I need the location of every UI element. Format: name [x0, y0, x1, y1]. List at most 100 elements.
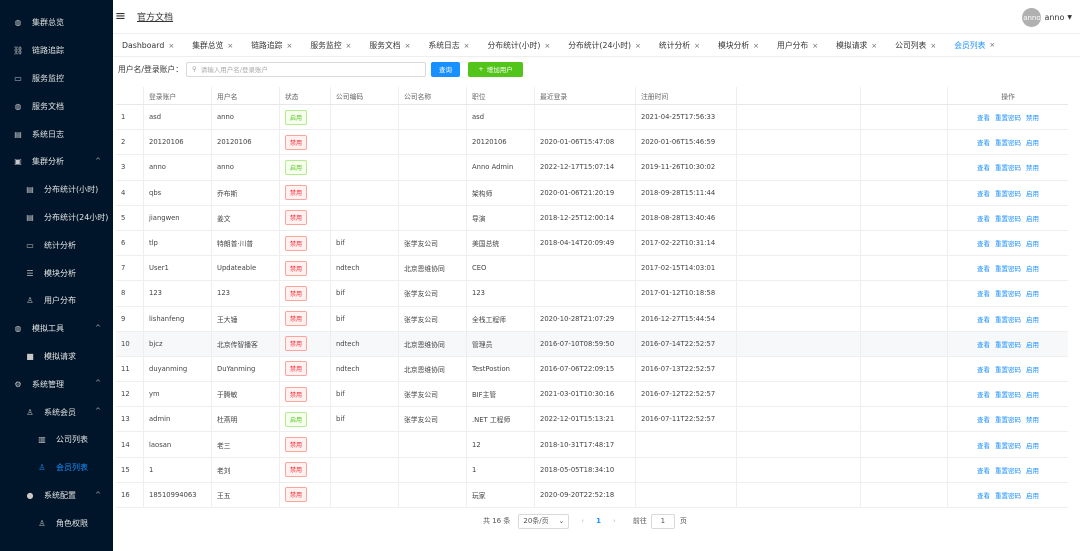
sidebar-item[interactable]: ● 系统配置 ^ [0, 482, 113, 510]
tab-item[interactable]: 会员列表 × [945, 35, 1005, 56]
view-button[interactable]: 查看 [977, 364, 990, 374]
close-icon[interactable]: × [871, 42, 877, 50]
tab-item[interactable]: 集群总览 × [183, 35, 242, 56]
view-button[interactable]: 查看 [977, 162, 990, 172]
sidebar-item[interactable]: ♙ 系统会员 ^ [0, 398, 113, 426]
sidebar-item[interactable]: ▣ 集群分析 ^ [0, 148, 113, 176]
close-icon[interactable]: × [346, 42, 352, 50]
reset-password-button[interactable]: 重置密码 [995, 288, 1021, 298]
reset-password-button[interactable]: 重置密码 [995, 213, 1021, 223]
reset-password-button[interactable]: 重置密码 [995, 414, 1021, 424]
tab-item[interactable]: 链路追踪 × [242, 35, 301, 56]
view-button[interactable]: 查看 [977, 339, 990, 349]
sidebar-item[interactable]: ▭ 服务监控 [0, 65, 113, 93]
view-button[interactable]: 查看 [977, 314, 990, 324]
sidebar-item[interactable]: ⚙ 系统管理 ^ [0, 370, 113, 398]
next-page-icon[interactable]: › [613, 517, 616, 525]
current-page[interactable]: 1 [596, 517, 601, 525]
tab-item[interactable]: 分布统计(小时) × [479, 35, 560, 56]
tab-item[interactable]: 模拟请求 × [827, 35, 886, 56]
close-icon[interactable]: × [286, 42, 292, 50]
toggle-status-button[interactable]: 启用 [1026, 137, 1039, 147]
sidebar-item[interactable]: ■ 模拟请求 [0, 343, 113, 371]
user-menu[interactable]: anno anno ▼ [1022, 8, 1072, 27]
tab-item[interactable]: 分布统计(24小时) × [559, 35, 650, 56]
toggle-status-button[interactable]: 启用 [1026, 490, 1039, 500]
close-icon[interactable]: × [405, 42, 411, 50]
reset-password-button[interactable]: 重置密码 [995, 188, 1021, 198]
view-button[interactable]: 查看 [977, 490, 990, 500]
query-button[interactable]: 查询 [431, 61, 460, 77]
toggle-status-button[interactable]: 启用 [1026, 314, 1039, 324]
toggle-status-button[interactable]: 启用 [1026, 440, 1039, 450]
reset-password-button[interactable]: 重置密码 [995, 238, 1021, 248]
page-size-select[interactable]: 20条/页 ⌄ [518, 513, 570, 529]
toggle-status-button[interactable]: 启用 [1026, 213, 1039, 223]
reset-password-button[interactable]: 重置密码 [995, 440, 1021, 450]
view-button[interactable]: 查看 [977, 188, 990, 198]
close-icon[interactable]: × [544, 42, 550, 50]
tab-item[interactable]: 模块分析 × [709, 35, 768, 56]
menu-toggle-icon[interactable]: ≡ [115, 9, 131, 24]
close-icon[interactable]: × [694, 42, 700, 50]
close-icon[interactable]: × [930, 42, 936, 50]
toggle-status-button[interactable]: 启用 [1026, 465, 1039, 475]
toggle-status-button[interactable]: 启用 [1026, 364, 1039, 374]
close-icon[interactable]: × [635, 42, 641, 50]
avatar[interactable]: anno [1022, 8, 1042, 27]
view-button[interactable]: 查看 [977, 263, 990, 273]
toggle-status-button[interactable]: 启用 [1026, 238, 1039, 248]
tab-item[interactable]: 公司列表 × [886, 35, 945, 56]
tab-item[interactable]: 服务监控 × [301, 35, 360, 56]
view-button[interactable]: 查看 [977, 465, 990, 475]
tab-item[interactable]: 用户分布 × [768, 35, 827, 56]
reset-password-button[interactable]: 重置密码 [995, 112, 1021, 122]
reset-password-button[interactable]: 重置密码 [995, 263, 1021, 273]
view-button[interactable]: 查看 [977, 213, 990, 223]
sidebar-item[interactable]: ▭ 统计分析 [0, 231, 113, 259]
view-button[interactable]: 查看 [977, 137, 990, 147]
close-icon[interactable]: × [989, 41, 995, 49]
toggle-status-button[interactable]: 禁用 [1026, 112, 1039, 122]
view-button[interactable]: 查看 [977, 389, 990, 399]
close-icon[interactable]: × [812, 42, 818, 50]
goto-page-input[interactable]: 1 [650, 513, 675, 529]
sidebar-item[interactable]: ♙ 用户分布 [0, 287, 113, 315]
reset-password-button[interactable]: 重置密码 [995, 314, 1021, 324]
docs-link[interactable]: 官方文档 [137, 10, 173, 23]
sidebar-item[interactable]: ◍ 服务文档 [0, 92, 113, 120]
tab-item[interactable]: 服务文档 × [360, 35, 419, 56]
tab-item[interactable]: Dashboard × [113, 35, 183, 56]
toggle-status-button[interactable]: 启用 [1026, 389, 1039, 399]
add-user-button[interactable]: + 增加用户 [468, 61, 523, 77]
view-button[interactable]: 查看 [977, 440, 990, 450]
view-button[interactable]: 查看 [977, 238, 990, 248]
reset-password-button[interactable]: 重置密码 [995, 364, 1021, 374]
sidebar-item[interactable]: ♙ 角色权限 [0, 509, 113, 537]
sidebar-item[interactable]: ▤ 系统日志 [0, 120, 113, 148]
sidebar-item[interactable]: ⛓ 链路追踪 [0, 37, 113, 65]
toggle-status-button[interactable]: 禁用 [1026, 162, 1039, 172]
view-button[interactable]: 查看 [977, 112, 990, 122]
toggle-status-button[interactable]: 启用 [1026, 288, 1039, 298]
view-button[interactable]: 查看 [977, 414, 990, 424]
search-input[interactable]: ⚲ 请输入用户名/登录账户 [186, 61, 426, 77]
toggle-status-button[interactable]: 禁用 [1026, 414, 1039, 424]
reset-password-button[interactable]: 重置密码 [995, 339, 1021, 349]
tab-item[interactable]: 系统日志 × [419, 35, 478, 56]
close-icon[interactable]: × [227, 42, 233, 50]
tab-item[interactable]: 统计分析 × [650, 35, 709, 56]
sidebar-item[interactable]: ◍ 模拟工具 ^ [0, 315, 113, 343]
close-icon[interactable]: × [753, 42, 759, 50]
close-icon[interactable]: × [464, 42, 470, 50]
reset-password-button[interactable]: 重置密码 [995, 162, 1021, 172]
toggle-status-button[interactable]: 启用 [1026, 339, 1039, 349]
reset-password-button[interactable]: 重置密码 [995, 389, 1021, 399]
reset-password-button[interactable]: 重置密码 [995, 465, 1021, 475]
toggle-status-button[interactable]: 启用 [1026, 263, 1039, 273]
view-button[interactable]: 查看 [977, 288, 990, 298]
sidebar-item[interactable]: ♙ 会员列表 [0, 454, 113, 482]
reset-password-button[interactable]: 重置密码 [995, 490, 1021, 500]
sidebar-item[interactable]: ▤ 分布统计(小时) [0, 176, 113, 204]
reset-password-button[interactable]: 重置密码 [995, 137, 1021, 147]
